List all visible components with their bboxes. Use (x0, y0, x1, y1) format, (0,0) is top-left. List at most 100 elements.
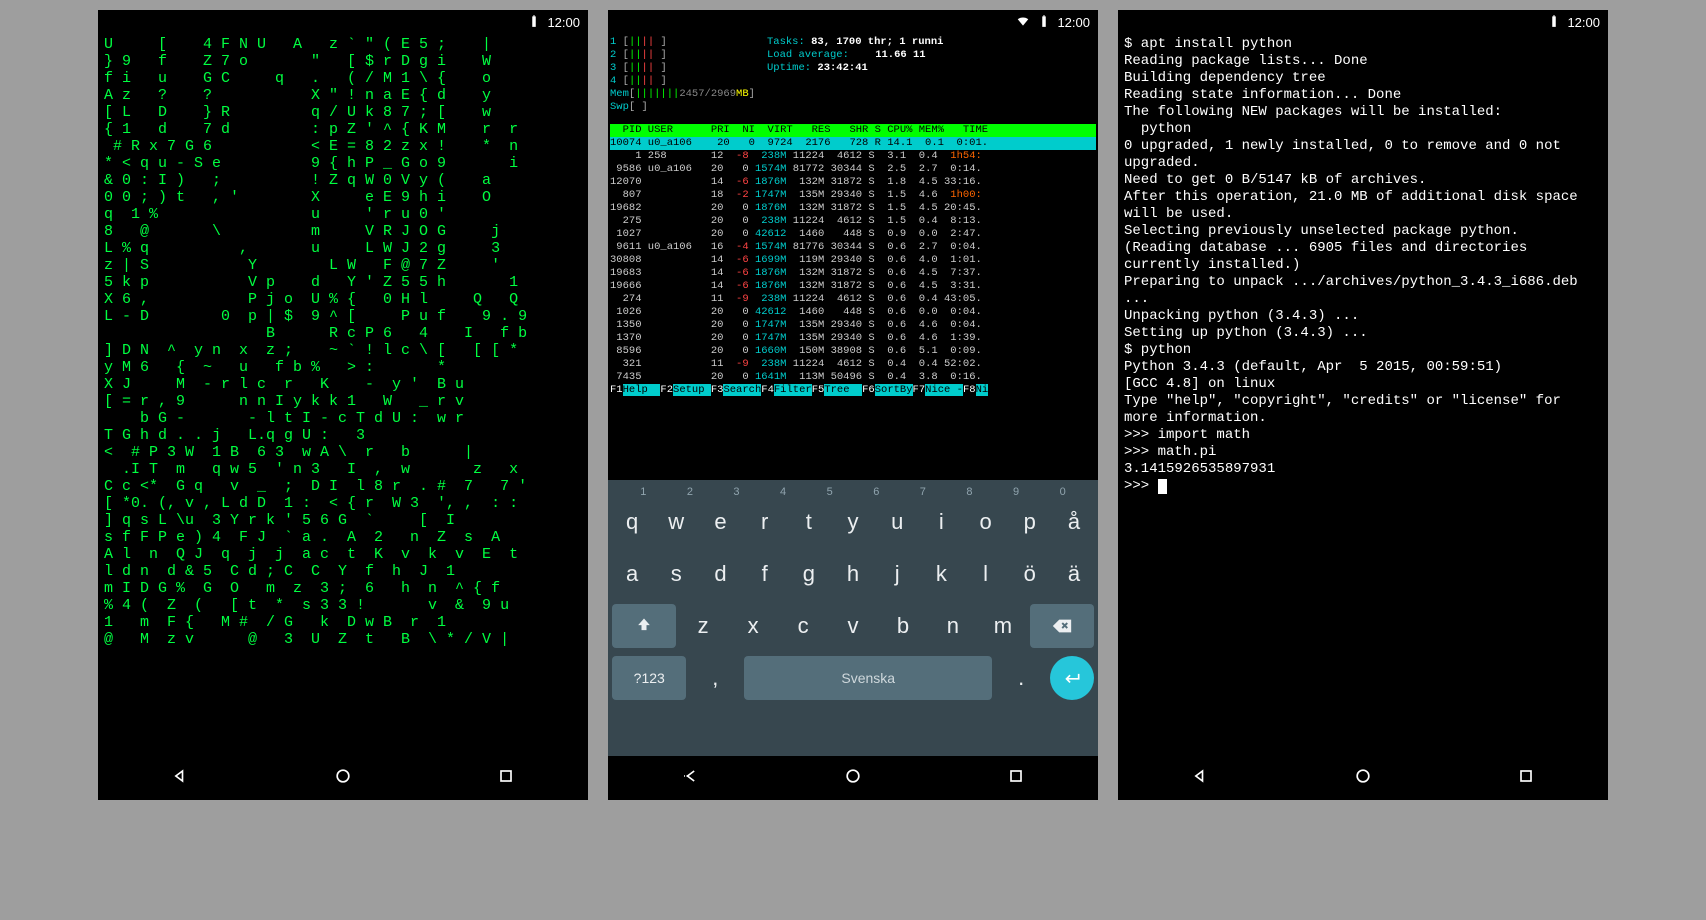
terminal-line: Reading state information... Done (1124, 87, 1602, 104)
period-key[interactable]: . (996, 656, 1046, 700)
terminal-line: Python 3.4.3 (default, Apr 5 2015, 00:59… (1124, 359, 1602, 376)
number-hint: 1 (640, 486, 646, 498)
phone-python-screen: 12:00 $ apt install pythonReading packag… (1118, 10, 1608, 800)
letter-key-w[interactable]: w (656, 500, 696, 544)
letter-key-k[interactable]: k (921, 552, 961, 596)
letter-key-y[interactable]: y (833, 500, 873, 544)
htop-process-row[interactable]: 1027 20 0 42612 1460 448 S 0.9 0.0 2:47. (610, 228, 1096, 241)
letter-key-r[interactable]: r (745, 500, 785, 544)
htop-process-row[interactable]: 12070 14 -6 1876M 132M 31872 S 1.8 4.5 3… (610, 176, 1096, 189)
recents-button[interactable] (496, 766, 516, 791)
letter-key-g[interactable]: g (789, 552, 829, 596)
soft-keyboard: 1234567890 qwertyuiopå asdfghjklöä zxcvb… (608, 480, 1098, 756)
letter-key-s[interactable]: s (656, 552, 696, 596)
htop-process-row[interactable]: 7435 20 0 1641M 113M 50496 S 0.4 3.8 0:1… (610, 371, 1096, 384)
android-nav-bar (98, 756, 588, 800)
htop-process-row[interactable]: 1370 20 0 1747M 135M 29340 S 0.6 4.6 1:3… (610, 332, 1096, 345)
htop-tasks-label: Tasks: (767, 36, 805, 48)
letter-key-z[interactable]: z (680, 604, 726, 648)
letter-key-q[interactable]: q (612, 500, 652, 544)
letter-key-a[interactable]: a (612, 552, 652, 596)
back-button[interactable] (170, 766, 190, 791)
htop-load-value: 11.66 11 (875, 49, 925, 61)
htop-process-row[interactable]: 274 11 -9 238M 11224 4612 S 0.6 0.4 43:0… (610, 293, 1096, 306)
letter-key-f[interactable]: f (745, 552, 785, 596)
recents-button[interactable] (1516, 766, 1536, 791)
number-hint: 3 (733, 486, 739, 498)
terminal-line: python (1124, 121, 1602, 138)
htop-process-row[interactable]: 1 258 12 -8 238M 11224 4612 S 3.1 0.4 1h… (610, 150, 1096, 163)
letter-key-x[interactable]: x (730, 604, 776, 648)
htop-tasks-value: 83, 1700 thr; 1 runni (811, 36, 943, 48)
htop-process-row[interactable]: 8596 20 0 1660M 150M 38908 S 0.6 5.1 0:0… (610, 345, 1096, 358)
letter-key-b[interactable]: b (880, 604, 926, 648)
status-clock: 12:00 (1057, 15, 1090, 30)
terminal-line: $ python (1124, 342, 1602, 359)
htop-columns: PID USER PRI NI VIRT RES SHR S CPU% MEM%… (610, 124, 1096, 137)
htop-process-row[interactable]: 19683 14 -6 1876M 132M 31872 S 0.6 4.5 7… (610, 267, 1096, 280)
comma-key[interactable]: , (690, 656, 740, 700)
symbols-key[interactable]: ?123 (612, 656, 686, 700)
letter-key-e[interactable]: e (700, 500, 740, 544)
letter-key-t[interactable]: t (789, 500, 829, 544)
letter-key-j[interactable]: j (877, 552, 917, 596)
battery-icon (1547, 14, 1561, 31)
letter-key-ä[interactable]: ä (1054, 552, 1094, 596)
enter-key[interactable] (1050, 656, 1094, 700)
htop-process-row[interactable]: 807 18 -2 1747M 135M 29340 S 1.5 4.6 1h0… (610, 189, 1096, 202)
terminal-line: $ apt install python (1124, 36, 1602, 53)
back-button[interactable] (680, 766, 700, 791)
number-hint: 5 (827, 486, 833, 498)
phone-htop-screen: 12:00 1 [|||| ] 2 [|||| ] 3 [|||| ] 4 [|… (608, 10, 1098, 800)
htop-process-row[interactable]: 275 20 0 238M 11224 4612 S 1.5 0.4 8:13. (610, 215, 1096, 228)
terminal-line: >>> math.pi (1124, 444, 1602, 461)
recents-button[interactable] (1006, 766, 1026, 791)
python-terminal[interactable]: $ apt install pythonReading package list… (1118, 34, 1608, 756)
home-button[interactable] (843, 766, 863, 791)
letter-key-ö[interactable]: ö (1010, 552, 1050, 596)
htop-terminal[interactable]: 1 [|||| ] 2 [|||| ] 3 [|||| ] 4 [|||| ] … (608, 34, 1098, 756)
htop-process-row[interactable]: 19682 20 0 1876M 132M 31872 S 1.5 4.5 20… (610, 202, 1096, 215)
terminal-line: 0 upgraded, 1 newly installed, 0 to remo… (1124, 138, 1602, 172)
htop-process-row[interactable]: 321 11 -9 238M 11224 4612 S 0.4 0.4 52:0… (610, 358, 1096, 371)
letter-key-l[interactable]: l (965, 552, 1005, 596)
letter-key-å[interactable]: å (1054, 500, 1094, 544)
htop-row-highlighted[interactable]: 10074 u0_a106 20 0 9724 2176 728 R 14.1 … (610, 137, 1096, 150)
letter-key-d[interactable]: d (700, 552, 740, 596)
htop-load-label: Load average: (767, 49, 849, 61)
letter-key-h[interactable]: h (833, 552, 873, 596)
htop-process-row[interactable]: 1350 20 0 1747M 135M 29340 S 0.6 4.6 0:0… (610, 319, 1096, 332)
number-hint: 6 (873, 486, 879, 498)
number-hint: 2 (687, 486, 693, 498)
letter-key-p[interactable]: p (1010, 500, 1050, 544)
letter-key-i[interactable]: i (921, 500, 961, 544)
htop-process-row[interactable]: 9586 u0_a106 20 0 1574M 81772 30344 S 2.… (610, 163, 1096, 176)
terminal-line: Preparing to unpack .../archives/python_… (1124, 274, 1602, 308)
terminal-line: After this operation, 21.0 MB of additio… (1124, 189, 1602, 223)
terminal-line: [GCC 4.8] on linux (1124, 376, 1602, 393)
letter-key-n[interactable]: n (930, 604, 976, 648)
htop-process-row[interactable]: 9611 u0_a106 16 -4 1574M 81776 30344 S 0… (610, 241, 1096, 254)
status-bar: 12:00 (608, 10, 1098, 34)
letter-key-m[interactable]: m (980, 604, 1026, 648)
htop-process-row[interactable]: 19666 14 -6 1876M 132M 31872 S 0.6 4.5 3… (610, 280, 1096, 293)
home-button[interactable] (333, 766, 353, 791)
htop-process-row[interactable]: 1026 20 0 42612 1460 448 S 0.6 0.0 0:04. (610, 306, 1096, 319)
terminal-line: Reading package lists... Done (1124, 53, 1602, 70)
letter-key-u[interactable]: u (877, 500, 917, 544)
number-hint: 8 (966, 486, 972, 498)
htop-process-row[interactable]: 30808 14 -6 1699M 119M 29340 S 0.6 4.0 1… (610, 254, 1096, 267)
matrix-terminal[interactable]: U [ 4 F N U A z ` " ( E 5 ; | } 9 f Z 7 … (98, 34, 588, 756)
shift-key[interactable] (612, 604, 676, 648)
backspace-key[interactable] (1030, 604, 1094, 648)
home-button[interactable] (1353, 766, 1373, 791)
letter-key-c[interactable]: c (780, 604, 826, 648)
letter-key-v[interactable]: v (830, 604, 876, 648)
battery-icon (527, 14, 541, 31)
android-nav-bar (1118, 756, 1608, 800)
spacebar[interactable]: Svenska (744, 656, 992, 700)
back-button[interactable] (1190, 766, 1210, 791)
android-nav-bar (608, 756, 1098, 800)
terminal-line: Unpacking python (3.4.3) ... (1124, 308, 1602, 325)
letter-key-o[interactable]: o (965, 500, 1005, 544)
